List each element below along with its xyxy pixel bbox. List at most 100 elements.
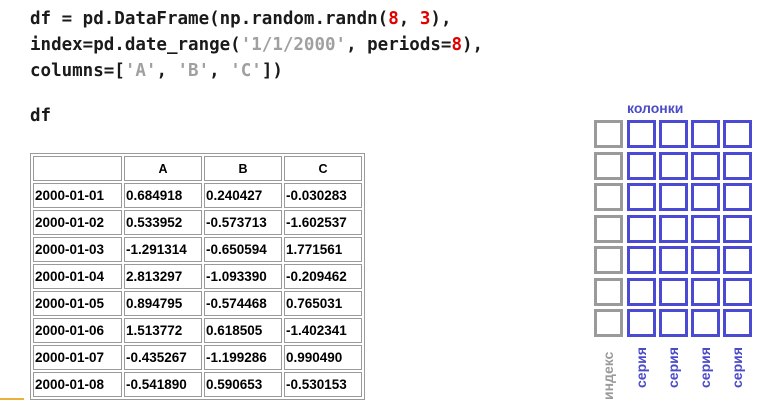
table-row: 2000-01-06 1.513772 0.618505 -1.402341 xyxy=(33,318,362,343)
value-cell: -0.030283 xyxy=(284,183,362,208)
series-label: серия xyxy=(633,347,649,388)
series-cell xyxy=(723,309,752,337)
value-cell: 0.590653 xyxy=(204,372,282,397)
code-token: , xyxy=(398,9,420,29)
series-cell xyxy=(691,151,720,180)
table-row: 2000-01-03 -1.291314 -0.650594 1.771561 xyxy=(33,237,362,262)
series-cell xyxy=(723,246,752,274)
code-token: , periods= xyxy=(346,35,452,55)
code-block: df = pd.DataFrame(np.random.randn(8, 3),… xyxy=(30,6,483,84)
code-token: ), xyxy=(461,35,484,55)
value-cell: 0.533952 xyxy=(124,210,202,235)
value-cell: -1.291314 xyxy=(124,237,202,262)
code-token: df = pd.DataFrame(np.random.randn( xyxy=(30,9,389,29)
code-token: 'B' xyxy=(177,61,210,81)
series-cell xyxy=(627,183,656,211)
column-header-c: C xyxy=(284,156,362,181)
index-cell xyxy=(594,246,623,274)
series-cell xyxy=(723,120,752,148)
code-token: 8 xyxy=(388,9,399,29)
table-row: 2000-01-05 0.894795 -0.574468 0.765031 xyxy=(33,291,362,316)
series-cell xyxy=(627,277,656,306)
series-cell xyxy=(723,214,752,243)
code-token: '1/1/2000' xyxy=(240,35,347,55)
dataframe-table: ABC 2000-01-01 0.684918 0.240427 -0.030283 2… xyxy=(30,153,365,400)
value-cell: 0.618505 xyxy=(204,318,282,343)
value-cell: -1.093390 xyxy=(204,264,282,289)
column-header-a: A xyxy=(124,156,202,181)
table-row: 2000-01-01 0.684918 0.240427 -0.030283 xyxy=(33,183,362,208)
code-token: 'C' xyxy=(230,61,262,81)
code-token: 8 xyxy=(451,35,462,55)
series-label: серия xyxy=(665,347,681,388)
code-token: index=pd.date_range( xyxy=(30,35,241,55)
row-index-cell: 2000-01-01 xyxy=(33,183,122,208)
row-index-cell: 2000-01-05 xyxy=(33,291,122,316)
index-cell xyxy=(594,214,623,243)
series-cell xyxy=(691,214,720,243)
value-cell: 1.513772 xyxy=(124,318,202,343)
table-row: 2000-01-04 2.813297 -1.093390 -0.209462 xyxy=(33,264,362,289)
series-cell xyxy=(723,151,752,180)
series-cell xyxy=(691,246,720,274)
series-cell xyxy=(691,120,720,148)
value-cell: -0.574468 xyxy=(204,291,282,316)
code-token: , xyxy=(209,61,231,81)
index-cell xyxy=(594,309,623,337)
column-header-b: B xyxy=(204,156,282,181)
row-index-cell: 2000-01-04 xyxy=(33,264,122,289)
series-cell xyxy=(627,246,656,274)
index-cell xyxy=(594,151,623,180)
index-label: индекс xyxy=(600,351,616,400)
series-cell xyxy=(659,277,688,306)
df-output-label: df xyxy=(30,106,52,126)
series-label: серия xyxy=(729,347,745,388)
row-index-cell: 2000-01-03 xyxy=(33,237,122,262)
code-token: 3 xyxy=(419,9,431,29)
value-cell: 0.684918 xyxy=(124,183,202,208)
code-token: columns=[ xyxy=(30,61,125,81)
accent-line xyxy=(0,398,24,400)
index-cell xyxy=(594,183,623,211)
columns-title: колонки xyxy=(627,100,684,116)
index-header-cell xyxy=(33,156,122,181)
series-cell xyxy=(659,214,688,243)
value-cell: 0.240427 xyxy=(204,183,282,208)
row-index-cell: 2000-01-07 xyxy=(33,345,122,370)
index-cell xyxy=(594,120,623,148)
code-token: ), xyxy=(430,9,452,29)
series-cell xyxy=(659,309,688,337)
series-cell xyxy=(723,277,752,306)
value-cell: -0.541890 xyxy=(124,372,202,397)
value-cell: 0.765031 xyxy=(284,291,362,316)
value-cell: -1.402341 xyxy=(284,318,362,343)
series-cell xyxy=(691,277,720,306)
code-token: ]) xyxy=(261,61,283,81)
value-cell: -1.602537 xyxy=(284,210,362,235)
value-cell: 1.771561 xyxy=(284,237,362,262)
table-header-row: ABC xyxy=(33,156,362,181)
table-row: 2000-01-08 -0.541890 0.590653 -0.530153 xyxy=(33,372,362,397)
series-cell xyxy=(627,120,656,148)
series-cell xyxy=(627,214,656,243)
value-cell: -0.573713 xyxy=(204,210,282,235)
row-index-cell: 2000-01-06 xyxy=(33,318,122,343)
row-index-cell: 2000-01-02 xyxy=(33,210,122,235)
series-cell xyxy=(691,309,720,337)
value-cell: -0.650594 xyxy=(204,237,282,262)
index-cell xyxy=(594,277,623,306)
value-cell: -1.199286 xyxy=(204,345,282,370)
value-cell: -0.209462 xyxy=(284,264,362,289)
series-cell xyxy=(659,183,688,211)
series-cell xyxy=(659,151,688,180)
series-cell xyxy=(659,246,688,274)
series-cell xyxy=(691,183,720,211)
value-cell: -0.530153 xyxy=(284,372,362,397)
table-row: 2000-01-02 0.533952 -0.573713 -1.602537 xyxy=(33,210,362,235)
series-cell xyxy=(627,309,656,337)
value-cell: 0.990490 xyxy=(284,345,362,370)
dataframe-structure-diagram: колонки индекс серия серия серия серия xyxy=(590,98,760,402)
series-cell xyxy=(723,183,752,211)
value-cell: -0.435267 xyxy=(124,345,202,370)
value-cell: 2.813297 xyxy=(124,264,202,289)
